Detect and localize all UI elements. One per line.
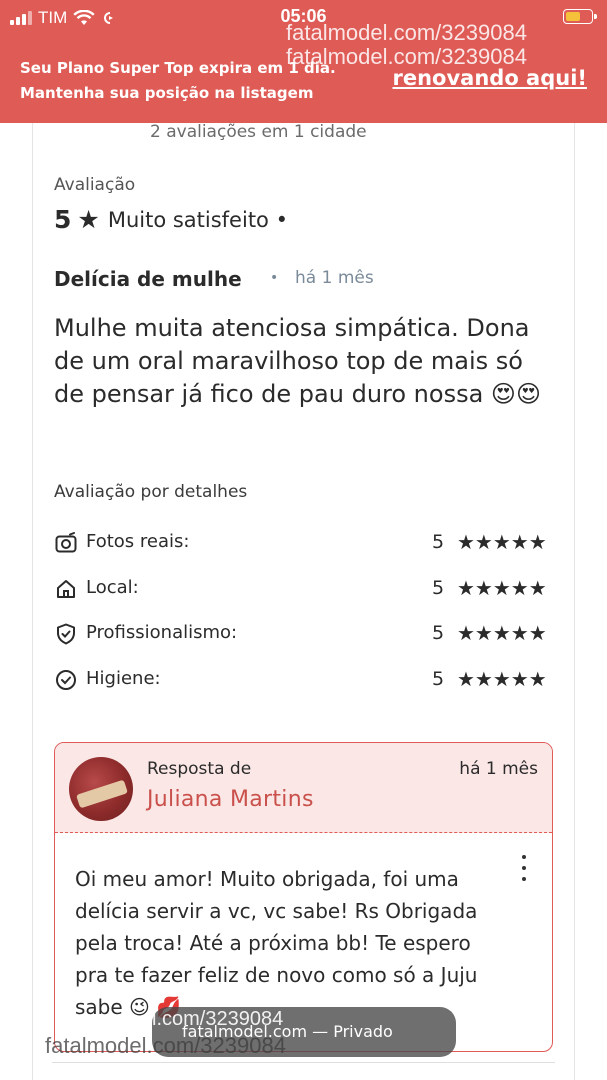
reviews-summary: 2 avaliações em 1 cidade [150,122,367,142]
banner-message-line1: Seu Plano Super Top expira em 1 dia. [20,59,336,77]
detail-score: 5 [432,531,445,553]
overall-rating: 5 ★ Muito satisfeito • [54,205,288,234]
detail-stars: ★★★★★ [457,576,547,600]
details-title: Avaliação por detalhes [54,482,248,502]
detail-stars: ★★★★★ [457,667,547,691]
detail-score: 5 [432,622,445,644]
detail-row-fotos: Fotos reais: 5 ★★★★★ [54,528,554,558]
more-options-icon[interactable] [520,855,528,881]
reply-header: Resposta de Juliana Martins há 1 mês [55,743,552,833]
reply-body: Oi meu amor! Muito obrigada, foi uma del… [75,867,478,1019]
watermark: fatalmodel.com/3239084 [45,1033,286,1058]
camera-icon [55,532,77,553]
detail-label: Fotos reais: [86,531,190,552]
renew-link[interactable]: renovando aqui! [393,66,588,90]
review-title: Delícia de mulhe [54,267,242,291]
reply-date: há 1 mês [459,759,538,779]
review-body: Mulhe muita atenciosa simpática. Dona de… [54,314,541,408]
shield-check-icon [57,623,75,645]
detail-row-profissionalismo: Profissionalismo: 5 ★★★★★ [54,619,554,649]
rating-text: Muito satisfeito • [107,207,288,232]
rating-label: Avaliação [54,175,136,195]
detail-label: Local: [86,577,139,598]
review-date: há 1 mês [295,268,374,288]
detail-stars: ★★★★★ [457,530,547,554]
reply-label: Resposta de [147,759,252,779]
avatar[interactable] [69,757,133,821]
detail-score: 5 [432,577,445,599]
owner-reply: Resposta de Juliana Martins há 1 mês Oi … [54,742,553,1052]
detail-score: 5 [432,668,445,690]
detail-label: Profissionalismo: [86,622,238,643]
banner-message: Seu Plano Super Top expira em 1 dia. Man… [20,56,336,106]
separator-dot: • [270,270,279,286]
divider [52,1062,555,1063]
battery-icon [563,9,597,24]
watermark: fatalmodel.com/3239084 [286,20,527,45]
detail-row-local: Local: 5 ★★★★★ [54,574,554,604]
renewal-banner: TIM 05:06 fatalmodel.com/3239084 fatalmo… [0,0,607,123]
house-icon [57,580,75,598]
detail-stars: ★★★★★ [457,621,547,645]
detail-row-higiene: Higiene: 5 ★★★★★ [54,665,554,695]
star-icon: ★ [77,205,100,234]
banner-message-line2: Mantenha sua posição na listagem [20,84,314,102]
reply-author[interactable]: Juliana Martins [147,787,314,812]
check-circle-icon [56,670,76,690]
detail-label: Higiene: [86,668,161,689]
rating-value: 5 [54,205,72,234]
